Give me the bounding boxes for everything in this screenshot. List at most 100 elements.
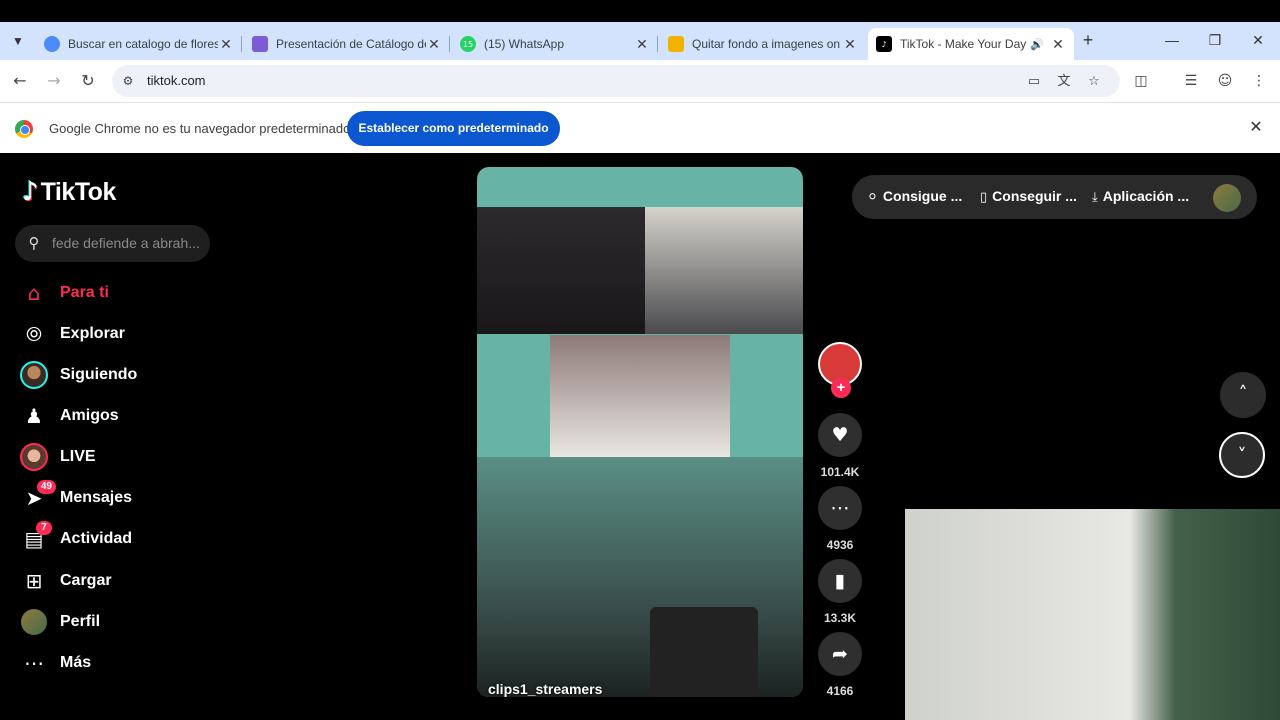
nav-label: Amigos — [60, 407, 119, 424]
close-icon[interactable]: ✕ — [1050, 36, 1066, 53]
video-frame-streamer-2 — [645, 207, 803, 334]
heart-icon[interactable]: ♥ — [818, 413, 862, 457]
reload-icon[interactable]: ↻ — [77, 70, 99, 92]
save-action[interactable]: ▮ 13.3K — [818, 559, 862, 625]
infobar-message: Google Chrome no es tu navegador predete… — [49, 121, 351, 136]
nav-mensajes[interactable]: ➤ 49 Mensajes — [18, 480, 218, 514]
restore-icon[interactable]: ❐ — [1203, 30, 1227, 50]
share-count: 4166 — [826, 684, 854, 698]
media-control-icon[interactable]: ☰ — [1182, 72, 1200, 90]
install-app-icon[interactable]: ▭ — [1025, 73, 1043, 91]
close-icon[interactable]: ✕ — [634, 36, 650, 53]
tab-quitar-fondo[interactable]: Quitar fondo a imagenes on ✕ — [660, 28, 866, 60]
video-frame-streamer-1 — [477, 207, 645, 334]
menu-icon[interactable]: ⋮ — [1250, 72, 1268, 90]
search-input[interactable] — [52, 234, 202, 252]
compass-icon: ⦾ — [26, 322, 42, 346]
following-avatar — [18, 359, 50, 391]
share-action[interactable]: ➦ 4166 — [818, 632, 862, 698]
speaker-icon[interactable]: 🔊 — [1030, 38, 1044, 51]
search-box[interactable]: ⚲ — [15, 225, 210, 262]
tab-whatsapp[interactable]: 15 (15) WhatsApp ✕ — [452, 28, 658, 60]
address-toolbar: ← → ↻ ⚙ tiktok.com ▭ 文 ☆ ◫ ☰ ☺ ⋮ — [0, 60, 1280, 102]
site-settings-icon[interactable]: ⚙ — [120, 73, 136, 89]
whatsapp-icon: 15 — [460, 36, 476, 52]
tab-separator — [241, 36, 242, 52]
back-icon[interactable]: ← — [9, 70, 31, 92]
nav-actividad[interactable]: ▤ 7 Actividad — [18, 521, 218, 555]
live-avatar — [18, 441, 50, 473]
tiktok-icon: ♪ — [876, 36, 892, 52]
close-icon[interactable]: ✕ — [1247, 119, 1265, 137]
get-coins-button[interactable]: ⚪ Consigue ... — [867, 188, 962, 205]
nav-label: Actividad — [60, 530, 133, 547]
omnibox[interactable]: ⚙ tiktok.com ▭ 文 ☆ — [112, 65, 1120, 97]
get-app-button[interactable]: ⤓ Aplicación ... — [1092, 188, 1189, 205]
video-frame-streamer-3 — [550, 335, 730, 457]
tiktok-note-icon: ♪ — [22, 177, 39, 207]
video-player[interactable]: clips1_streamers — [477, 167, 803, 697]
tab-presentacion[interactable]: Presentación de Catálogo de ✕ — [244, 28, 450, 60]
get-coins-label: Consigue ... — [882, 188, 963, 204]
nav-live[interactable]: LIVE — [18, 441, 218, 473]
profile-icon[interactable]: ☺ — [1216, 72, 1234, 90]
messages-icon: ➤ 49 — [18, 480, 56, 514]
nav-para-ti[interactable]: ⌂ Para ti — [18, 277, 218, 309]
new-tab-button[interactable]: + — [1078, 30, 1098, 50]
nav-siguiendo[interactable]: Siguiendo — [18, 359, 218, 391]
comment-icon[interactable]: ⋯ — [818, 486, 862, 530]
close-icon[interactable]: ✕ — [842, 36, 858, 53]
nav-label: Perfil — [60, 613, 101, 630]
video-caption[interactable]: clips1_streamers — [488, 681, 602, 697]
user-avatar[interactable] — [1213, 184, 1241, 212]
tab-title: TikTok - Make Your Day — [900, 37, 1027, 51]
tiktok-page: ♪ TikTok ⚲ ⌂ Para ti ⦾ Explorar Siguiend… — [0, 153, 1280, 720]
like-count: 101.4K — [820, 465, 860, 479]
close-icon[interactable]: ✕ — [218, 36, 234, 53]
chrome-logo-icon — [15, 120, 33, 138]
get-pc-app-button[interactable]: ▯ Conseguir ... — [980, 188, 1077, 205]
webcam-overlay — [905, 509, 1280, 720]
extensions-icon[interactable]: ◫ — [1132, 72, 1150, 90]
like-action[interactable]: ♥ 101.4K — [818, 413, 862, 479]
translate-icon[interactable]: 文 — [1055, 73, 1073, 91]
nav-mas[interactable]: ⋯ Más — [18, 647, 218, 679]
tab-separator — [449, 36, 450, 52]
tab-title: Buscar en catalogo de flores — [68, 37, 218, 51]
tab-tiktok[interactable]: ♪ TikTok - Make Your Day 🔊 ✕ — [868, 28, 1074, 60]
nav-label: Explorar — [60, 325, 125, 342]
comment-action[interactable]: ⋯ 4936 — [818, 486, 862, 552]
forward-icon[interactable]: → — [43, 70, 65, 92]
nav-explorar[interactable]: ⦾ Explorar — [18, 318, 218, 350]
follow-plus-icon[interactable]: + — [831, 378, 851, 398]
video-phone-screen — [650, 607, 758, 697]
tiktok-logo[interactable]: ♪ TikTok — [22, 177, 116, 207]
get-pc-app-label: Conseguir ... — [992, 188, 1077, 204]
home-icon: ⌂ — [27, 281, 41, 305]
presentation-icon — [252, 36, 268, 52]
window-close-icon[interactable]: ✕ — [1246, 30, 1270, 50]
previous-video-button[interactable]: ˄ — [1220, 372, 1266, 418]
default-browser-infobar: Google Chrome no es tu navegador predete… — [0, 102, 1280, 153]
share-icon[interactable]: ➦ — [818, 632, 862, 676]
minimize-icon[interactable]: — — [1160, 30, 1184, 50]
remove-bg-icon — [668, 36, 684, 52]
nav-label: LIVE — [60, 448, 96, 465]
tab-search-button[interactable]: ▼ — [6, 30, 30, 52]
search-icon[interactable]: ⚲ — [25, 234, 43, 252]
nav-perfil[interactable]: Perfil — [18, 606, 218, 638]
nav-amigos[interactable]: ♟ Amigos — [18, 400, 218, 432]
next-video-button[interactable]: ˅ — [1219, 432, 1265, 478]
bookmark-star-icon[interactable]: ☆ — [1085, 73, 1103, 91]
google-icon — [44, 36, 60, 52]
nav-label: Siguiendo — [60, 366, 138, 383]
bookmark-icon[interactable]: ▮ — [818, 559, 862, 603]
set-default-button[interactable]: Establecer como predeterminado — [347, 111, 560, 146]
activity-icon: ▤ 7 — [18, 521, 52, 555]
nav-cargar[interactable]: ⊞ Cargar — [18, 565, 218, 597]
close-icon[interactable]: ✕ — [426, 36, 442, 53]
top-actions-pill: ⚪ Consigue ... ▯ Conseguir ... ⤓ Aplicación… — [852, 175, 1257, 219]
url-text[interactable]: tiktok.com — [147, 73, 206, 88]
more-icon: ⋯ — [24, 651, 44, 675]
tab-flores[interactable]: Buscar en catalogo de flores ✕ — [36, 28, 242, 60]
